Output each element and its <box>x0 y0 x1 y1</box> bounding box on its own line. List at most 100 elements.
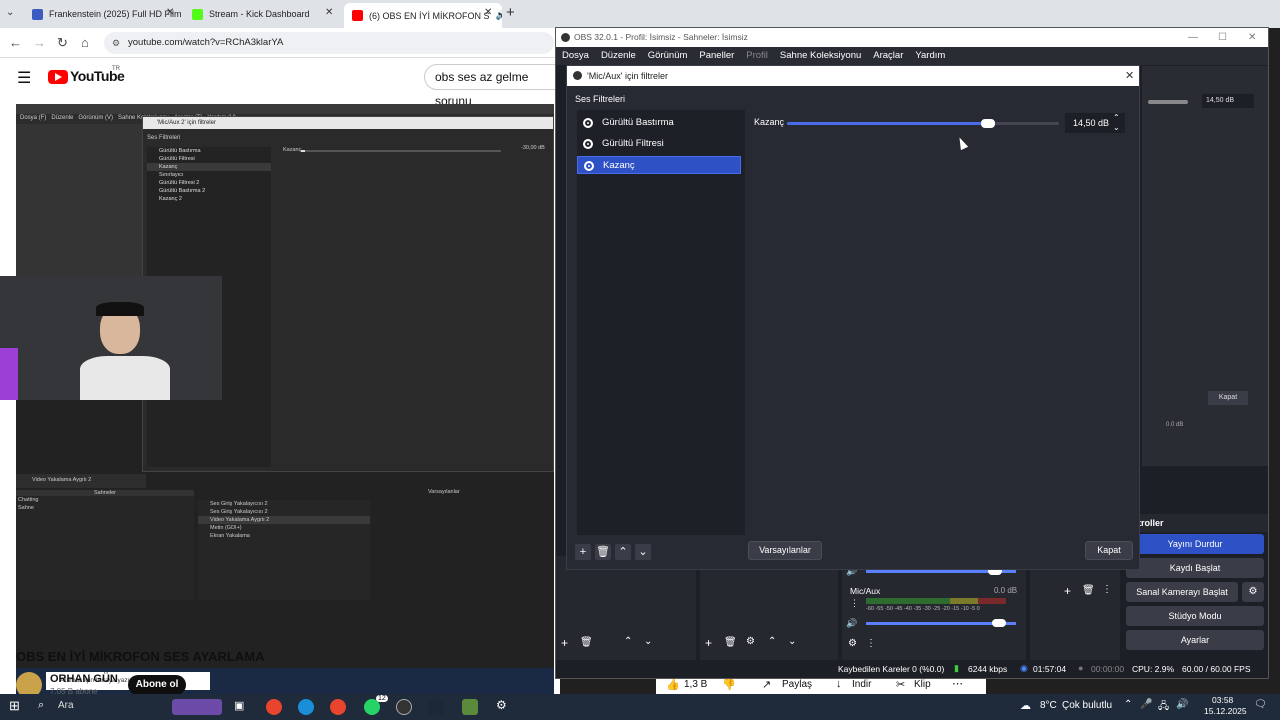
obs-taskbar-icon[interactable] <box>396 699 412 715</box>
start-virtual-camera-button[interactable]: Sanal Kamerayı Başlat <box>1126 582 1238 602</box>
move-down-icon[interactable]: ⌄ <box>644 636 652 647</box>
mute-icon[interactable]: 🔊 <box>846 618 857 629</box>
clip-button[interactable]: Klip <box>914 679 931 690</box>
mixer-volume-slider-1[interactable] <box>866 567 1016 575</box>
windows-start-icon[interactable]: ⊞ <box>9 698 20 714</box>
close-button[interactable]: Kapat <box>1085 541 1133 560</box>
settings-gear-icon[interactable]: ⚙ <box>496 698 507 712</box>
menu-scene-collection[interactable]: Sahne Koleksiyonu <box>774 47 867 65</box>
dislike-icon[interactable]: 👎 <box>722 678 736 691</box>
tray-chevron-icon[interactable]: ⌃ <box>1124 699 1132 710</box>
close-tab-icon[interactable]: ✕ <box>325 7 333 18</box>
forward-icon[interactable]: → <box>33 35 46 50</box>
url-bar[interactable]: ⚙ youtube.com/watch?v=RChA3klarYA <box>104 32 554 54</box>
channel-name[interactable]: ORHAN GÜN <box>50 673 118 685</box>
mixer-menu-icon[interactable]: ⋮ <box>850 598 859 609</box>
youtube-logo-icon[interactable] <box>48 70 68 84</box>
browser-tab-1[interactable]: Frankenstein (2025) Full HD Film <box>24 3 184 25</box>
mixer-more-icon[interactable]: ⋮ <box>866 638 876 649</box>
video-player[interactable]: Dosya (F) Düzenle Görünüm (V) Sahne Kole… <box>0 104 554 694</box>
like-icon[interactable]: 👍 <box>666 678 680 691</box>
clock-time[interactable]: 03:58 <box>1212 695 1233 705</box>
remove-filter-icon[interactable]: 🗑 <box>595 544 611 560</box>
close-dialog-icon[interactable]: ✕ <box>1125 66 1134 86</box>
back-icon[interactable]: ← <box>9 35 22 50</box>
maximize-icon[interactable]: ☐ <box>1218 28 1227 47</box>
menu-icon[interactable]: ☰ <box>17 68 31 88</box>
move-up-icon[interactable]: ⌃ <box>768 636 776 647</box>
new-tab-icon[interactable]: + <box>506 4 515 21</box>
settings-button[interactable]: Ayarlar <box>1126 630 1264 650</box>
close-window-icon[interactable]: ✕ <box>1248 28 1256 47</box>
taskbar-search[interactable]: Ara <box>58 700 74 711</box>
minimize-icon[interactable]: — <box>1188 28 1198 47</box>
move-up-icon[interactable]: ⌃ <box>615 544 631 560</box>
visibility-eye-icon[interactable] <box>584 161 594 171</box>
search-input[interactable]: obs ses az gelme sorunu <box>424 64 560 108</box>
spin-down-icon[interactable]: ⌄ <box>1113 118 1120 138</box>
steam-icon[interactable] <box>428 699 444 715</box>
mixer-volume-slider-2[interactable] <box>866 619 1016 627</box>
gain-slider[interactable] <box>787 119 1059 128</box>
subscribe-button[interactable]: Abone ol <box>128 675 186 695</box>
chrome-icon[interactable] <box>266 699 282 715</box>
add-transition-icon[interactable]: + <box>1064 584 1071 598</box>
defaults-button[interactable]: Varsayılanlar <box>748 541 822 560</box>
add-source-icon[interactable]: + <box>705 636 712 650</box>
move-down-icon[interactable]: ⌄ <box>788 636 796 647</box>
menu-help[interactable]: Yardım <box>909 47 951 65</box>
chrome-profile-icon[interactable] <box>330 699 346 715</box>
browser-tab-2[interactable]: Stream - Kick Dashboard <box>184 3 344 25</box>
remove-transition-icon[interactable]: 🗑 <box>1082 585 1095 596</box>
start-recording-button[interactable]: Kaydı Başlat <box>1126 558 1264 578</box>
remove-scene-icon[interactable]: 🗑 <box>580 637 593 648</box>
widget-banner-icon[interactable] <box>172 699 222 715</box>
download-button[interactable]: İndir <box>852 679 871 690</box>
source-settings-icon[interactable]: ⚙ <box>746 636 755 647</box>
studio-mode-button[interactable]: Stüdyo Modu <box>1126 606 1264 626</box>
notification-icon[interactable]: 🗨 <box>1254 699 1267 710</box>
filter-item-noise-gate[interactable]: Gürültü Filtresi <box>577 135 741 153</box>
menu-view[interactable]: Görünüm <box>642 47 694 65</box>
move-down-icon[interactable]: ⌄ <box>635 544 651 560</box>
visibility-eye-icon[interactable] <box>583 118 593 128</box>
edge-icon[interactable] <box>298 699 314 715</box>
search-icon[interactable]: ⌕ <box>38 699 44 712</box>
home-icon[interactable]: ⌂ <box>81 35 89 50</box>
menu-docks[interactable]: Paneller <box>693 47 740 65</box>
stop-streaming-button[interactable]: Yayını Durdur <box>1126 534 1264 554</box>
volume-icon[interactable]: 🔊 <box>1176 699 1188 710</box>
browser-tab-3-active[interactable]: (6) OBS EN İYİ MİKROFON S 🔊 <box>344 3 502 28</box>
network-icon[interactable]: 🖧 <box>1158 699 1169 716</box>
reload-icon[interactable]: ↻ <box>57 35 68 51</box>
site-info-icon[interactable]: ⚙ <box>112 32 120 54</box>
clock-date[interactable]: 15.12.2025 <box>1204 706 1247 716</box>
menu-file[interactable]: Dosya <box>556 47 595 65</box>
tab-search-icon[interactable]: ⌄ <box>6 7 20 21</box>
clip-icon[interactable]: ✂ <box>896 678 905 691</box>
task-view-icon[interactable]: ▣ <box>234 699 244 712</box>
close-tab-icon[interactable]: ✕ <box>166 7 174 18</box>
add-filter-icon[interactable]: + <box>575 544 591 560</box>
download-icon[interactable]: ↓ <box>836 678 842 690</box>
remove-source-icon[interactable]: 🗑 <box>724 637 737 648</box>
visibility-eye-icon[interactable] <box>583 139 593 149</box>
minecraft-icon[interactable] <box>462 699 478 715</box>
filter-item-gain[interactable]: Kazanç <box>577 156 741 174</box>
menu-edit[interactable]: Düzenle <box>595 47 642 65</box>
gain-slider-thumb[interactable] <box>981 119 996 128</box>
gain-value-spinbox[interactable]: 14,50 dB ⌃ ⌄ <box>1065 113 1125 133</box>
audio-playing-icon[interactable]: 🔊 <box>496 10 502 21</box>
share-button[interactable]: Paylaş <box>782 679 812 690</box>
move-up-icon[interactable]: ⌃ <box>624 636 632 647</box>
microphone-icon[interactable]: 🎤 <box>1140 699 1152 710</box>
mixer-settings-icon[interactable]: ⚙ <box>848 638 857 649</box>
add-scene-icon[interactable]: + <box>561 636 568 650</box>
transition-menu-icon[interactable]: ⋮ <box>1102 584 1112 595</box>
filter-item-noise-suppression[interactable]: Gürültü Bastırma <box>577 114 741 132</box>
close-tab-icon[interactable]: ✕ <box>484 7 492 18</box>
share-icon[interactable]: ↗ <box>762 678 771 691</box>
menu-profile[interactable]: Profil <box>740 47 774 65</box>
menu-tools[interactable]: Araçlar <box>867 47 909 65</box>
virtual-camera-settings-icon[interactable]: ⚙ <box>1242 582 1264 602</box>
